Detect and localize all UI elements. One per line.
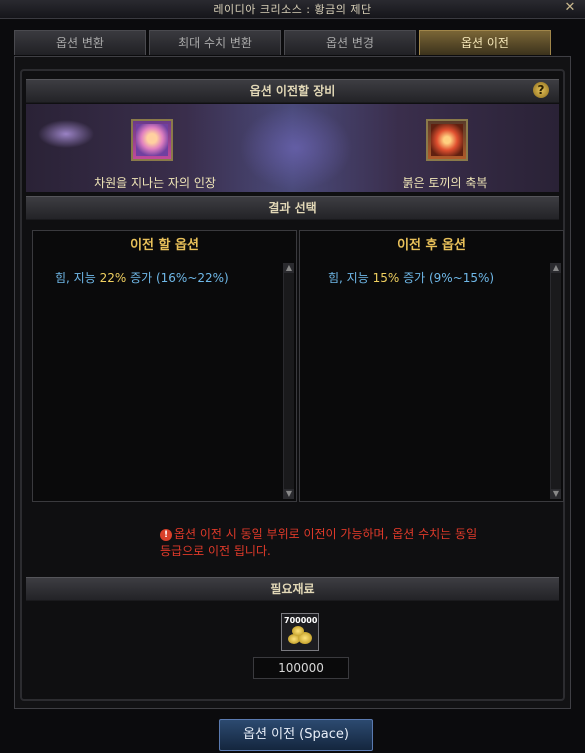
before-option-header: 이전 할 옵션 xyxy=(130,238,199,253)
transfer-warning: ! 옵션 이전 시 동일 부위로 이전이 가능하며, 옵션 수치는 동일 등급으로… xyxy=(160,526,490,560)
material-count-label: 700000 xyxy=(284,616,318,625)
equip-section-title: 옵션 이전할 장비 xyxy=(249,84,336,98)
help-icon[interactable]: ? xyxy=(533,82,549,98)
source-item-label: 차원을 지나는 자의 인장 xyxy=(94,176,216,190)
before-option-prefix: 힘, 지능 xyxy=(55,271,100,285)
material-slot[interactable]: 700000 xyxy=(281,613,319,651)
result-section-header: 결과 선택 xyxy=(26,196,559,220)
before-option-list: 이전 할 옵션 힘, 지능 22% 증가 (16%~22%) ▲ ▼ xyxy=(32,230,297,502)
window-titlebar: 레이디아 크리소스 : 황금의 제단 ✕ xyxy=(0,0,585,19)
window-title: 레이디아 크리소스 : 황금의 제단 xyxy=(213,3,372,16)
target-item-label: 붉은 토끼의 축복 xyxy=(402,176,488,190)
after-option-suffix: 증가 (9%~15%) xyxy=(399,271,495,285)
seal-icon xyxy=(136,124,168,156)
warning-icon: ! xyxy=(160,528,172,541)
after-option-list: 이전 후 옵션 힘, 지능 15% 증가 (9%~15%) ▲ ▼ xyxy=(299,230,564,502)
scroll-up-icon[interactable]: ▲ xyxy=(284,263,294,273)
after-scrollbar[interactable]: ▲ ▼ xyxy=(550,263,561,499)
warning-text: 옵션 이전 시 동일 부위로 이전이 가능하며, 옵션 수치는 동일 등급으로 … xyxy=(160,527,478,558)
required-amount: 100000 xyxy=(253,657,349,679)
scroll-up-icon[interactable]: ▲ xyxy=(551,263,561,273)
result-section-title: 결과 선택 xyxy=(268,201,317,215)
before-scrollbar[interactable]: ▲ ▼ xyxy=(283,263,294,499)
after-option-value: 15% xyxy=(372,271,400,285)
materials-section-header: 필요재료 xyxy=(26,577,559,601)
after-option-row[interactable]: 힘, 지능 15% 증가 (9%~15%) xyxy=(328,269,494,286)
option-transfer-button[interactable]: 옵션 이전 (Space) xyxy=(219,719,373,751)
source-item-slot[interactable] xyxy=(131,119,173,161)
rabbit-blessing-icon xyxy=(431,124,463,156)
after-option-prefix: 힘, 지능 xyxy=(328,271,373,285)
close-icon[interactable]: ✕ xyxy=(563,1,577,15)
before-option-suffix: 증가 (16%~22%) xyxy=(126,271,229,285)
tab-option-change[interactable]: 옵션 변경 xyxy=(284,30,416,55)
scroll-down-icon[interactable]: ▼ xyxy=(551,489,561,499)
tab-option-transfer[interactable]: 옵션 이전 xyxy=(419,30,551,55)
before-option-value: 22% xyxy=(99,271,127,285)
before-option-row[interactable]: 힘, 지능 22% 증가 (16%~22%) xyxy=(55,269,229,286)
after-option-header: 이전 후 옵션 xyxy=(397,238,466,253)
target-item-slot[interactable] xyxy=(426,119,468,161)
tab-max-value-convert[interactable]: 최대 수치 변환 xyxy=(149,30,281,55)
materials-section-title: 필요재료 xyxy=(270,582,315,596)
scroll-down-icon[interactable]: ▼ xyxy=(284,489,294,499)
tab-option-convert[interactable]: 옵션 변환 xyxy=(14,30,146,55)
tab-bar: 옵션 변환 최대 수치 변환 옵션 변경 옵션 이전 xyxy=(14,30,554,56)
equip-section-header: 옵션 이전할 장비 ? xyxy=(26,79,559,103)
